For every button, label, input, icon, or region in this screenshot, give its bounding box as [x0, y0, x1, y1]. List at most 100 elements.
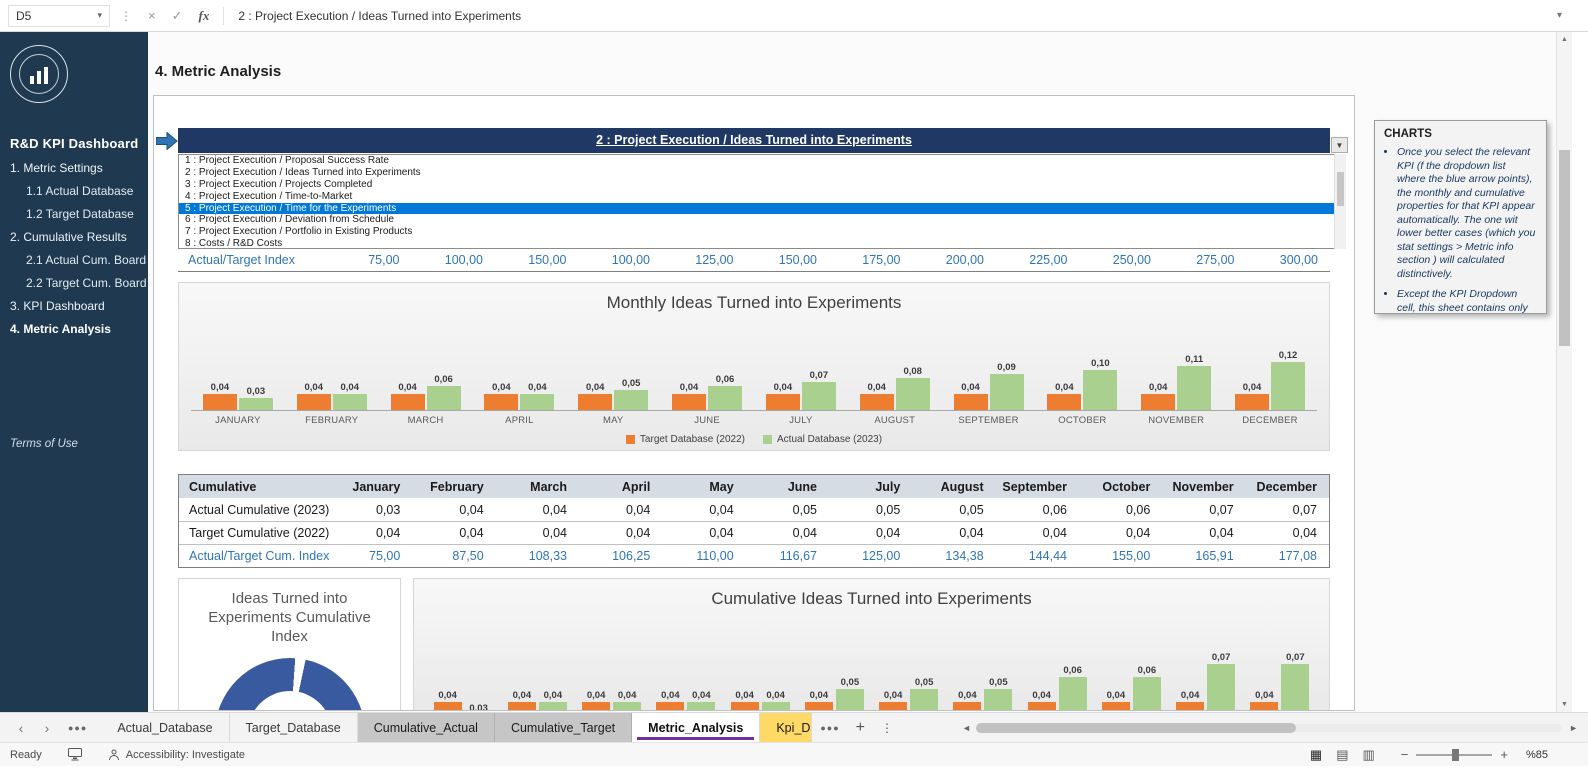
bar-value-label: 0,04 [692, 690, 711, 702]
sidebar-item-2-1-actual-cum-board[interactable]: 2.1 Actual Cum. Board [0, 249, 148, 272]
sheet-tab-cumulative_actual[interactable]: Cumulative_Actual [357, 713, 495, 742]
expand-formula-bar-icon[interactable]: ▾ [1557, 10, 1562, 21]
monthly-legend: Target Database (2022) Actual Database (2… [179, 434, 1329, 445]
charts-note-title: CHARTS [1384, 128, 1432, 140]
kpi-option[interactable]: 6 : Project Execution / Deviation from S… [179, 214, 1345, 226]
kpi-dropdown-button[interactable]: ▼ [1331, 137, 1348, 153]
horizontal-scrollbar-track[interactable] [976, 723, 1562, 733]
bar-value-label: 0,04 [679, 382, 699, 393]
sidebar-item-1-1-actual-database[interactable]: 1.1 Actual Database [0, 180, 148, 203]
menu-dots-icon[interactable]: ⋮ [120, 9, 132, 23]
sheet-content: 4. Metric Analysis 2 : Project Execution… [148, 32, 1556, 712]
cancel-icon[interactable]: × [148, 8, 156, 23]
bar [578, 394, 613, 410]
sidebar-item-1-metric-settings[interactable]: 1. Metric Settings [0, 157, 148, 180]
sidebar-item-2-2-target-cum-board[interactable]: 2.2 Target Cum. Board [0, 272, 148, 295]
tabs-overflow-icon[interactable]: ●●● [820, 723, 839, 733]
bar-value-label: 0,04 [438, 690, 457, 702]
kpi-option[interactable]: 3 : Project Execution / Projects Complet… [179, 179, 1345, 191]
vertical-scrollbar[interactable]: ▲ ▼ [1556, 32, 1572, 712]
formula-input[interactable]: 2 : Project Execution / Ideas Turned int… [238, 9, 1557, 23]
table-row: Target Cumulative (2022) 0,04 0,04 0,04 0,04… [179, 521, 1329, 544]
bar-value-label: 0,04 [1055, 382, 1074, 393]
index-row-label: Actual/Target Index [188, 253, 296, 267]
bar [202, 394, 237, 410]
kpi-option[interactable]: 5 : Project Execution / Time for the Exp… [179, 202, 1345, 215]
kpi-option[interactable]: 2 : Project Execution / Ideas Turned int… [179, 167, 1345, 179]
bar-group: 0,04 0,06 [660, 374, 754, 410]
sidebar-item-2-cumulative-results[interactable]: 2. Cumulative Results [0, 226, 148, 249]
month-label: MARCH [407, 415, 444, 426]
bar [859, 394, 894, 410]
scroll-left-icon[interactable]: ◄ [962, 722, 971, 734]
bar-group: 0,04 0,10 [1035, 358, 1129, 410]
cumulative-table: Cumulative January February March April May Ju… [178, 474, 1330, 568]
page-layout-view-icon[interactable]: ▤ [1336, 747, 1348, 763]
zoom-out-icon[interactable]: − [1401, 747, 1409, 762]
table-value-cell: 75,00 [369, 549, 401, 563]
bar-value-label: 0,05 [840, 677, 860, 689]
bar-value-label: 0,07 [1211, 652, 1231, 664]
index-value-cell: 125,00 [695, 253, 734, 267]
sidebar-item-4-metric-analysis[interactable]: 4. Metric Analysis [0, 318, 148, 341]
scroll-up-icon[interactable]: ▲ [1557, 36, 1572, 43]
sheet-tab-cumulative_target[interactable]: Cumulative_Target [494, 713, 633, 742]
bar-value-label: 0,03 [246, 386, 266, 397]
index-value-cell: 250,00 [1112, 253, 1151, 267]
dropdown-scrollbar[interactable] [1334, 154, 1346, 249]
bar-value-label: 0,11 [1185, 354, 1204, 365]
zoom-slider-thumb[interactable] [1452, 748, 1460, 761]
sheet-tab-metric_analysis[interactable]: Metric_Analysis [632, 713, 761, 742]
tabs-next-icon[interactable]: › [34, 720, 60, 736]
sheet-menu-icon[interactable]: ⋮ [881, 721, 893, 735]
month-label: JULY [789, 415, 813, 426]
kpi-option[interactable]: 8 : Costs / R&D Costs [179, 238, 1345, 248]
bar [835, 689, 864, 710]
bar-group: 0,04 0,06 [1094, 665, 1168, 710]
tabs-prev-icon[interactable]: ‹ [8, 720, 34, 736]
dropdown-scrollbar-thumb[interactable] [1337, 172, 1344, 206]
insert-function-icon[interactable]: fx [199, 8, 210, 24]
table-value-cell: 134,38 [945, 549, 984, 563]
zoom-slider[interactable] [1416, 748, 1493, 761]
normal-view-icon[interactable]: ▦ [1310, 747, 1322, 763]
table-row-label: Actual Cumulative (2023) [189, 502, 329, 517]
sidebar-item-1-2-target-database[interactable]: 1.2 Target Database [0, 203, 148, 226]
tabs-more-icon[interactable]: ●●● [68, 723, 87, 733]
scroll-down-icon[interactable]: ▼ [1557, 701, 1572, 708]
table-value-cell: 106,25 [612, 549, 651, 563]
macro-record-icon[interactable] [67, 748, 82, 761]
table-header-cell: November [1172, 479, 1234, 494]
zoom-level[interactable]: %85 [1526, 749, 1548, 761]
confirm-icon[interactable]: ✓ [172, 8, 183, 24]
accessibility-status[interactable]: Accessibility: Investigate [108, 749, 245, 761]
sheet-tab-actual_database[interactable]: Actual_Database [101, 713, 230, 742]
index-value-cell: 150,00 [528, 253, 567, 267]
table-header-cell: June [787, 479, 817, 494]
sheet-tab-target_database[interactable]: Target_Database [230, 713, 358, 742]
bar [582, 702, 611, 710]
kpi-option[interactable]: 1 : Project Execution / Proposal Success… [179, 155, 1345, 167]
bar-value-label: 0,04 [340, 382, 359, 393]
kpi-option[interactable]: 4 : Project Execution / Time-to-Market [179, 191, 1345, 203]
horizontal-scrollbar[interactable]: ◄ ► [962, 722, 1578, 734]
scroll-right-icon[interactable]: ► [1569, 722, 1578, 734]
cum-table-header: Cumulative January February March April May Ju… [179, 475, 1329, 498]
vertical-scrollbar-thumb[interactable] [1559, 150, 1570, 346]
index-value-cell: 100,00 [444, 253, 483, 267]
sidebar-item-3-kpi-dashboard[interactable]: 3. KPI Dashboard [0, 295, 148, 318]
table-value-cell: 0,06 [1042, 502, 1067, 517]
kpi-option[interactable]: 7 : Project Execution / Portfolio in Exi… [179, 226, 1345, 238]
terms-of-use-link[interactable]: Terms of Use [10, 438, 78, 450]
name-box[interactable]: D5 ▾ [8, 4, 110, 27]
sheet-tab-kpi_dash[interactable]: Kpi_Dash [760, 713, 813, 742]
page-break-view-icon[interactable]: ▥ [1362, 747, 1374, 763]
chevron-down-icon[interactable]: ▾ [97, 10, 102, 21]
bar [879, 702, 908, 710]
horizontal-scrollbar-thumb[interactable] [976, 723, 1296, 733]
add-sheet-icon[interactable]: + [856, 719, 865, 737]
zoom-in-icon[interactable]: + [1500, 747, 1508, 762]
kpi-dropdown-cell[interactable]: 2 : Project Execution / Ideas Turned int… [178, 128, 1330, 153]
legend-swatch [763, 435, 772, 444]
table-value-cell: 165,91 [1195, 549, 1234, 563]
